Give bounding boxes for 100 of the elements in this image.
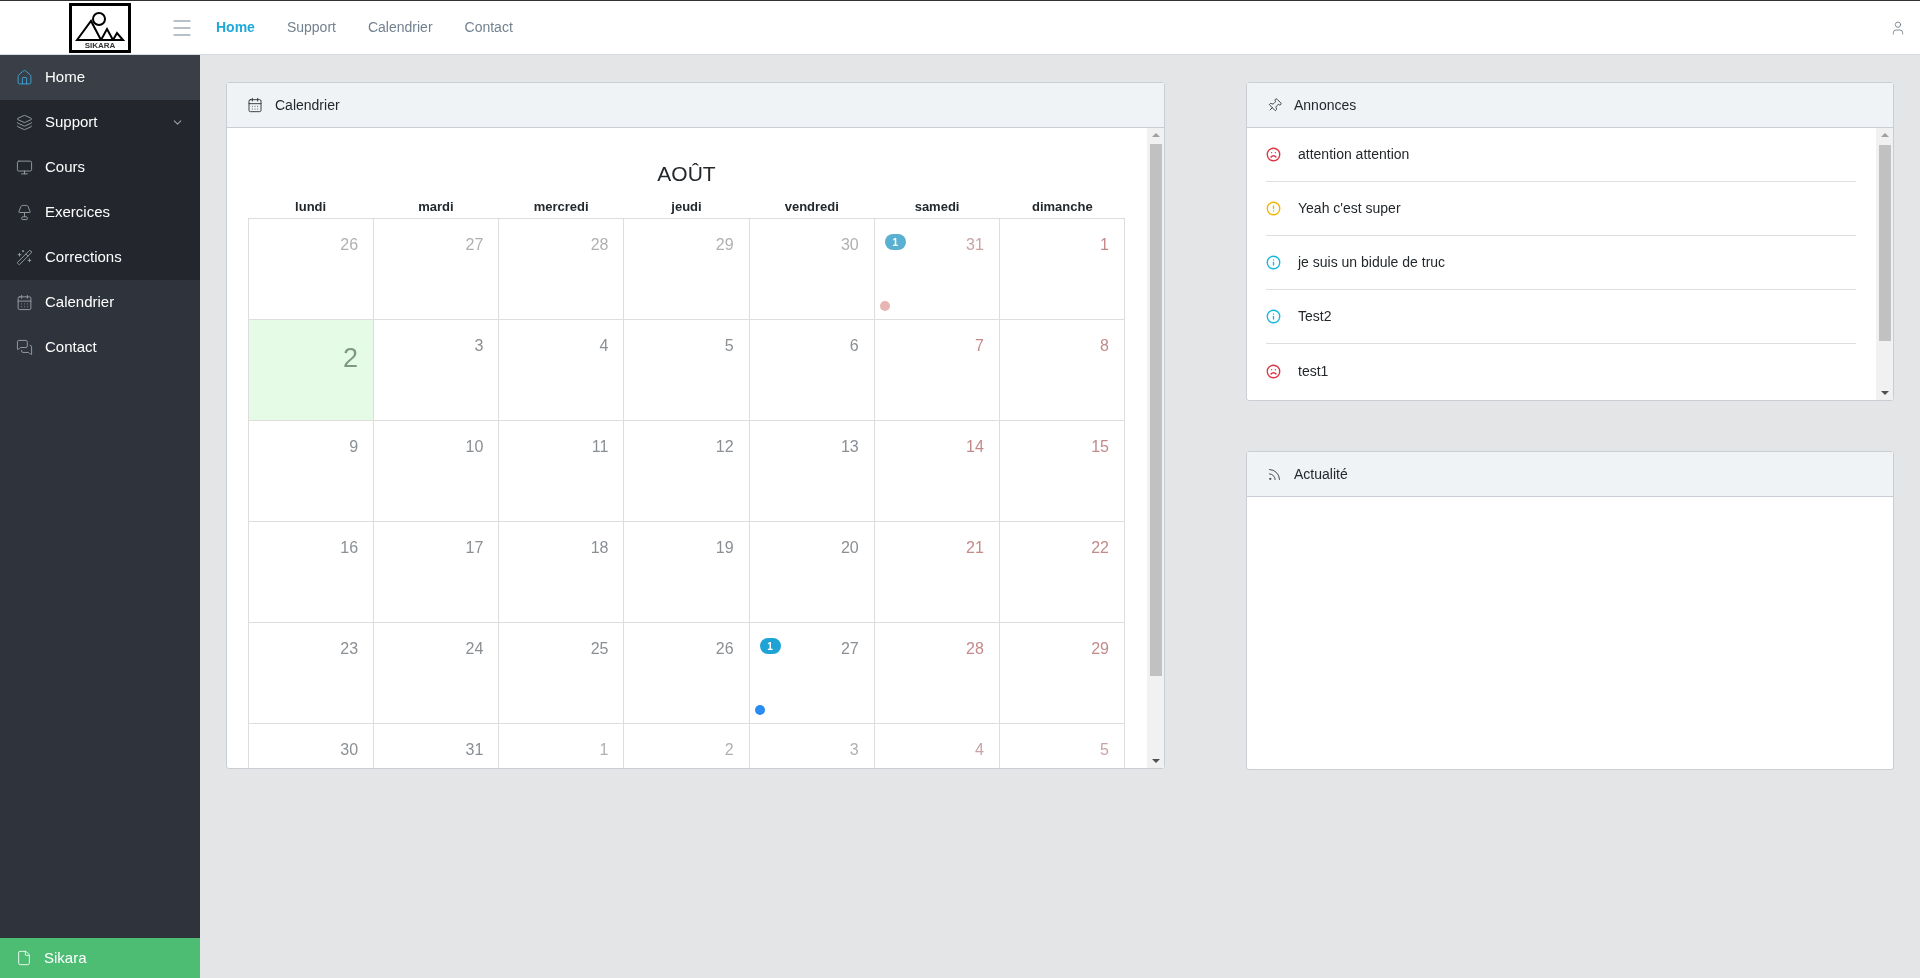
day-cell[interactable]: 18 — [499, 522, 625, 623]
day-cell[interactable]: 15 — [999, 421, 1125, 522]
day-number: 1 — [599, 740, 609, 760]
event-count-badge[interactable]: 1 — [759, 638, 781, 654]
weekday-label: dimanche — [1031, 198, 1094, 216]
sidebar-item[interactable]: Corrections — [0, 235, 200, 280]
day-number: 22 — [1091, 538, 1109, 558]
day-number: 5 — [724, 336, 734, 356]
day-cell[interactable]: 17 — [374, 522, 500, 623]
day-cell[interactable]: 24 — [374, 623, 500, 724]
day-cell[interactable]: 23 — [249, 623, 375, 724]
sidebar-item[interactable]: Contact — [0, 325, 200, 370]
day-number: 18 — [590, 538, 609, 558]
nav-link[interactable]: Calendrier — [367, 17, 433, 38]
day-cell[interactable]: 16 — [249, 522, 375, 623]
day-cell[interactable]: 12 — [624, 421, 750, 522]
day-number: 11 — [591, 437, 609, 457]
day-cell[interactable]: 5 — [999, 724, 1125, 768]
nav-link[interactable]: Home — [216, 17, 255, 38]
day-cell[interactable]: 25 — [499, 623, 625, 724]
day-cell[interactable]: 30 — [249, 724, 375, 768]
day-cell[interactable]: 21 — [874, 522, 1000, 623]
day-cell[interactable]: 6 — [749, 320, 875, 421]
day-number: 6 — [849, 336, 859, 356]
day-cell[interactable]: 1 27 — [749, 623, 875, 724]
day-cell[interactable]: 4 — [499, 320, 625, 421]
nav-link[interactable]: Support — [286, 17, 336, 38]
day-number: 14 — [966, 437, 984, 457]
day-cell[interactable]: 7 — [874, 320, 1000, 421]
announcement-item[interactable]: Test2 — [1266, 290, 1856, 344]
day-number: 15 — [1091, 437, 1109, 457]
day-cell[interactable]: 3 — [374, 320, 500, 421]
card-title: Calendrier — [275, 95, 340, 115]
day-number: 13 — [840, 437, 859, 457]
day-cell[interactable]: 1 31 — [874, 219, 1000, 320]
day-number: 16 — [340, 538, 359, 558]
day-cell[interactable]: 28 — [499, 219, 625, 320]
day-cell[interactable]: 27 — [374, 219, 500, 320]
day-cell[interactable]: 28 — [874, 623, 1000, 724]
day-cell[interactable]: 2 — [249, 320, 375, 421]
day-cell[interactable]: 13 — [749, 421, 875, 522]
scrollbar[interactable] — [1876, 128, 1893, 400]
day-cell[interactable]: 14 — [874, 421, 1000, 522]
sidebar-item[interactable]: Cours — [0, 145, 200, 190]
file-icon — [16, 950, 32, 966]
day-cell[interactable]: 3 — [749, 724, 875, 768]
day-cell[interactable]: 1 — [499, 724, 625, 768]
day-cell[interactable]: 22 — [999, 522, 1125, 623]
day-number: 8 — [1100, 336, 1109, 356]
day-number: 4 — [974, 740, 984, 760]
day-cell[interactable]: 9 — [249, 421, 375, 522]
day-cell[interactable]: 26 — [624, 623, 750, 724]
day-number: 19 — [715, 538, 734, 558]
logo[interactable]: SIKARA — [69, 2, 131, 53]
month-title: AOÛT — [657, 160, 716, 187]
day-number: 27 — [840, 639, 859, 659]
day-number: 31 — [966, 235, 984, 255]
day-number: 10 — [465, 437, 484, 457]
day-number: 23 — [340, 639, 359, 659]
day-cell[interactable]: 19 — [624, 522, 750, 623]
scrollbar[interactable] — [1147, 128, 1164, 768]
logo-text: SIKARA — [84, 40, 116, 50]
day-cell[interactable]: 8 — [999, 320, 1125, 421]
sidebar-item[interactable]: Support — [0, 100, 200, 145]
weekday-label: mardi — [417, 198, 455, 216]
announcement-item[interactable]: test1 — [1266, 344, 1856, 398]
day-cell[interactable]: 20 — [749, 522, 875, 623]
announcement-item[interactable]: je suis un bidule de truc — [1266, 236, 1856, 290]
day-cell[interactable]: 31 — [374, 724, 500, 768]
day-cell[interactable]: 5 — [624, 320, 750, 421]
announcement-item[interactable]: attention attention — [1266, 128, 1856, 182]
sidebar-item[interactable]: Calendrier — [0, 280, 200, 325]
day-cell[interactable]: 1 — [999, 219, 1125, 320]
event-count-badge[interactable]: 1 — [884, 234, 906, 250]
day-number: 20 — [840, 538, 859, 558]
sidebar-item[interactable]: Home — [0, 55, 200, 100]
day-cell[interactable]: 2 — [624, 724, 750, 768]
announcement-item[interactable]: Yeah c'est super — [1266, 182, 1856, 236]
day-number: 30 — [340, 740, 359, 760]
day-number: 29 — [715, 235, 734, 255]
weekday-label: jeudi — [670, 198, 703, 216]
day-cell[interactable]: 30 — [749, 219, 875, 320]
day-number: 2 — [724, 740, 734, 760]
day-number: 9 — [349, 437, 359, 457]
nav-link[interactable]: Contact — [464, 17, 513, 38]
day-number: 2 — [343, 342, 359, 375]
rss-icon — [1267, 466, 1282, 482]
day-cell[interactable]: 4 — [874, 724, 1000, 768]
card-title: Actualité — [1294, 464, 1348, 484]
weekday-label: vendredi — [783, 198, 840, 216]
day-number: 3 — [474, 336, 484, 356]
sidebar-footer[interactable]: Sikara — [0, 938, 200, 978]
user-icon[interactable] — [1890, 19, 1906, 36]
day-cell[interactable]: 29 — [624, 219, 750, 320]
day-number: 26 — [715, 639, 734, 659]
day-cell[interactable]: 10 — [374, 421, 500, 522]
day-cell[interactable]: 11 — [499, 421, 625, 522]
day-cell[interactable]: 29 — [999, 623, 1125, 724]
monitor-icon — [16, 159, 33, 176]
sidebar-item[interactable]: Exercices — [0, 190, 200, 235]
